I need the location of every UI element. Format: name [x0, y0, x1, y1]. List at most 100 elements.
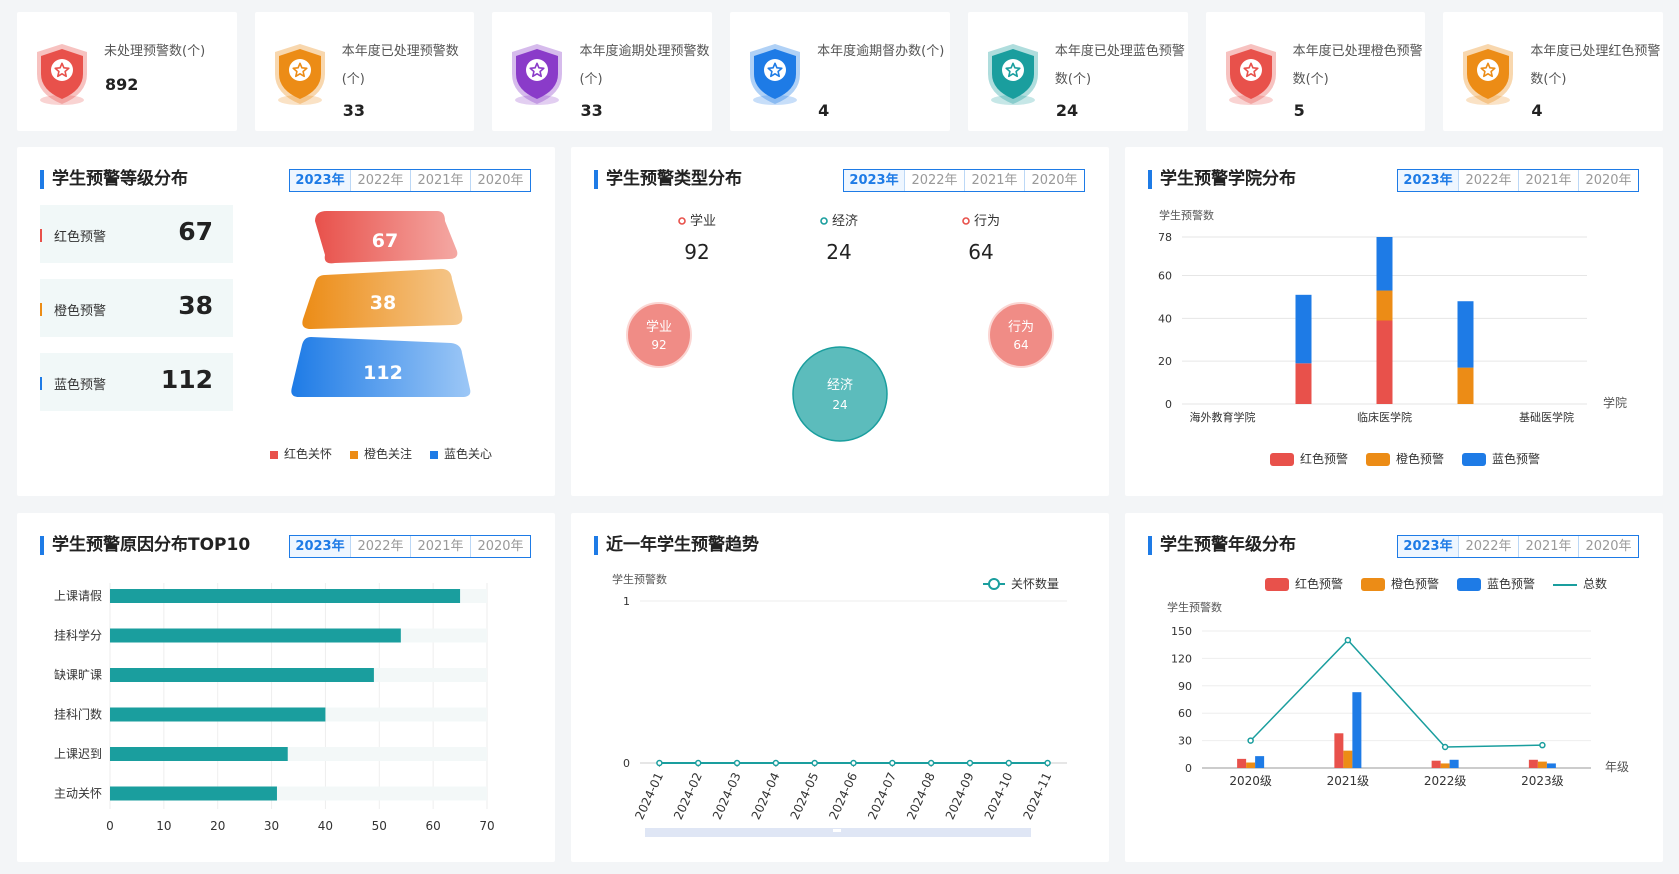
x-tick-label: 2024-03	[710, 770, 744, 821]
reason-bar-chart: 0 10 20 30 40 50 60 70 上课请假挂科学分缺课旷课挂科门数上课迟到主动关怀	[54, 583, 495, 833]
stat-card-unprocessed[interactable]: 未处理预警数(个) 892	[17, 12, 237, 131]
legend-marker	[988, 578, 1000, 590]
total-point[interactable]	[1441, 743, 1449, 751]
college-bar-蓝色预警[interactable]	[1457, 301, 1474, 368]
stat-label: 本年度已处理预警数(个)	[341, 44, 459, 87]
trend-point[interactable]	[1005, 759, 1013, 767]
x-tick-label: 0	[106, 819, 114, 833]
reason-bar[interactable]	[110, 707, 326, 722]
year-tab[interactable]: 2023年	[844, 170, 904, 191]
x-tick-label: 2021级	[1327, 774, 1370, 788]
stat-card-processed[interactable]: 本年度已处理预警数(个) 33	[254, 12, 475, 131]
grade-bar-红色预警[interactable]	[1334, 733, 1344, 768]
type-legend-value: 64	[968, 240, 993, 264]
total-point[interactable]	[1344, 636, 1352, 644]
y-tick-label: 60	[1178, 707, 1192, 720]
college-bar-橙色预警[interactable]	[1457, 367, 1474, 404]
grade-bar-橙色预警[interactable]	[1246, 762, 1256, 768]
y-axis-title: 学生预警数	[612, 572, 667, 586]
stat-value: 4	[818, 101, 830, 120]
x-tick-label: 2024-08	[904, 770, 938, 821]
college-bar-蓝色预警[interactable]	[1295, 294, 1312, 364]
bubble-economic[interactable]	[792, 346, 888, 442]
total-point[interactable]	[1247, 737, 1254, 744]
grade-bar-蓝色预警[interactable]	[1352, 692, 1362, 768]
college-bar-红色预警[interactable]	[1376, 320, 1393, 405]
total-point[interactable]	[1539, 741, 1546, 749]
stat-card-overdue-processed[interactable]: 本年度逾期处理预警数(个) 33	[492, 12, 713, 131]
bubble-academic[interactable]	[626, 302, 692, 368]
y-tick-label: 上课迟到	[54, 747, 102, 761]
college-bar-橙色预警[interactable]	[1376, 290, 1393, 321]
grade-bar-蓝色预警[interactable]	[1449, 759, 1459, 768]
year-tab[interactable]: 2021年	[964, 170, 1024, 191]
funnel-value-label: 67	[372, 230, 398, 252]
y-tick-label: 主动关怀	[54, 787, 102, 801]
shield-star-icon	[750, 44, 801, 105]
shield-star-circle	[1477, 59, 1500, 81]
trend-point[interactable]	[811, 759, 818, 767]
grade-bar-红色预警[interactable]	[1431, 760, 1441, 768]
y-tick-label: 150	[1171, 625, 1192, 638]
legend-item[interactable]: 橙色预警	[1366, 450, 1444, 467]
type-legend-name: 经济	[832, 214, 858, 229]
trend-point[interactable]	[850, 759, 857, 767]
year-tab[interactable]: 2020年	[470, 170, 530, 191]
trend-point[interactable]	[927, 759, 935, 767]
trend-point[interactable]	[1044, 759, 1051, 767]
stat-card-red-processed[interactable]: 本年度已处理红色预警数(个) 4	[1443, 12, 1664, 131]
y-tick-label: 60	[1158, 270, 1172, 283]
year-tab[interactable]: 2022年	[350, 170, 410, 191]
reason-bar[interactable]	[110, 668, 374, 682]
stat-card-overdue-supervise[interactable]: 本年度逾期督办数(个) 4	[730, 12, 950, 131]
level-name: 红色预警	[54, 230, 107, 245]
grade-bar-橙色预警[interactable]	[1440, 763, 1450, 768]
grade-bar-橙色预警[interactable]	[1537, 761, 1547, 768]
bubble-behavior[interactable]	[988, 302, 1054, 368]
shield-star-circle	[526, 59, 549, 81]
legend-item[interactable]: 蓝色预警	[1462, 450, 1540, 467]
college-bar-红色预警[interactable]	[1295, 363, 1312, 404]
year-tab[interactable]: 2020年	[1024, 170, 1084, 191]
x-tick-label: 2024-01	[632, 770, 666, 821]
x-tick-label: 2024-09	[943, 770, 977, 821]
trend-point[interactable]	[889, 759, 896, 767]
trend-point[interactable]	[733, 759, 741, 767]
grade-bar-红色预警[interactable]	[1237, 758, 1247, 768]
trend-point[interactable]	[966, 759, 974, 767]
type-legend-name: 行为	[974, 214, 1000, 229]
trend-line-chart: 学生预警数 关怀数量 012024-01 2024-02 2024-03 2024-0…	[612, 572, 1067, 837]
reason-bar[interactable]	[110, 628, 401, 643]
funnel-legend: 红色关怀 橙色关注 蓝色关心	[270, 445, 492, 462]
trend-point[interactable]	[772, 759, 780, 767]
y-tick-label: 90	[1178, 680, 1192, 693]
reason-bar[interactable]	[110, 747, 288, 761]
type-bubble-chart: 学业 92 经济 24 行为 64 学业 92 经济 24 行为 64	[626, 213, 1054, 442]
college-bar-蓝色预警[interactable]	[1376, 237, 1393, 291]
grade-bar-橙色预警[interactable]	[1343, 750, 1353, 768]
legend-item[interactable]: 蓝色关心	[430, 445, 492, 462]
trend-point[interactable]	[656, 759, 663, 767]
y-tick-label: 78	[1158, 231, 1172, 244]
reason-bar[interactable]	[110, 589, 461, 603]
grade-bar-蓝色预警[interactable]	[1546, 763, 1556, 768]
year-tab[interactable]: 2023年	[290, 170, 350, 191]
year-tab[interactable]: 2021年	[410, 170, 470, 191]
stat-card-orange-processed[interactable]: 本年度已处理橙色预警数(个) 5	[1205, 12, 1426, 131]
stat-card-blue-processed[interactable]: 本年度已处理蓝色预警数(个) 24	[967, 12, 1188, 131]
level-value: 38	[178, 291, 213, 320]
legend-item[interactable]: 红色关怀	[270, 445, 332, 462]
grade-bar-红色预警[interactable]	[1528, 759, 1538, 768]
year-tab[interactable]: 2022年	[904, 170, 964, 191]
x-axis-title: 年级	[1605, 760, 1629, 774]
data-zoom-handle[interactable]	[833, 829, 841, 832]
year-tabs: 2023年 2022年 2021年 2020年	[843, 169, 1085, 192]
legend-item[interactable]: 橙色关注	[350, 445, 412, 462]
trend-legend[interactable]: 关怀数量	[983, 576, 1059, 591]
trend-point[interactable]	[694, 759, 702, 767]
shield-star-circle	[51, 59, 73, 81]
total-line[interactable]	[1250, 639, 1543, 748]
grade-bar-蓝色预警[interactable]	[1255, 756, 1265, 768]
reason-bar[interactable]	[110, 786, 277, 801]
legend-item[interactable]: 红色预警	[1270, 450, 1348, 467]
